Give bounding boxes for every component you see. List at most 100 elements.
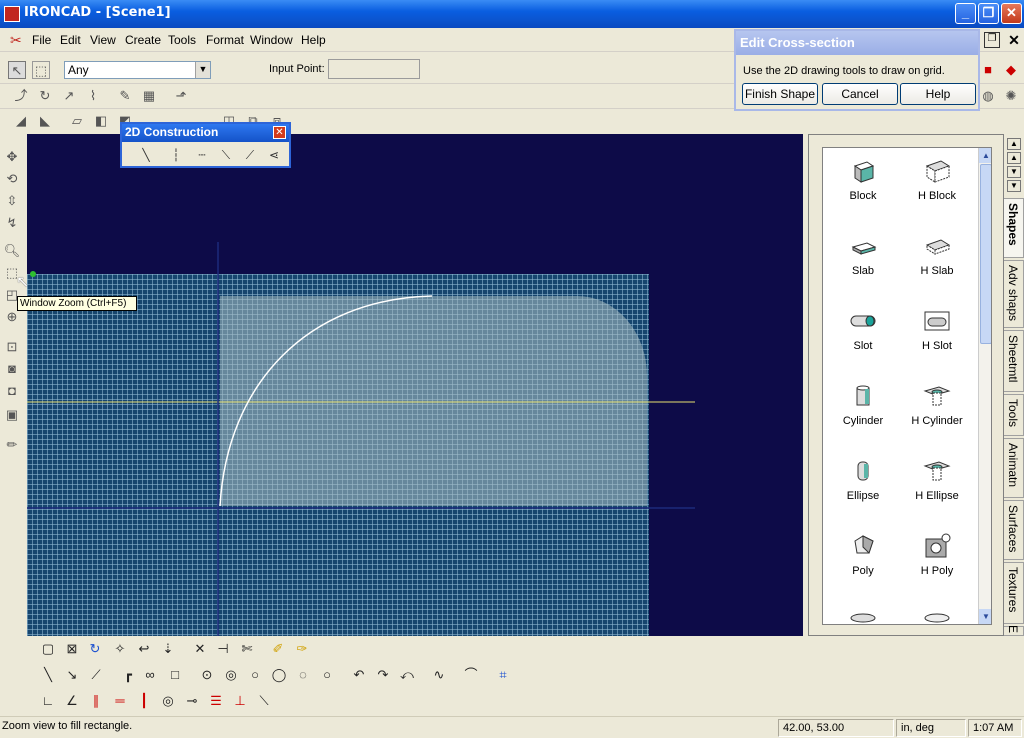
catalog-item-h-block[interactable]: H Block <box>897 158 977 202</box>
bspline-icon[interactable]: ∿ <box>429 665 449 685</box>
tab-first-icon[interactable]: ▲ <box>1007 138 1021 150</box>
construction-geometry-icon[interactable]: ⌗ <box>493 665 513 685</box>
tab-sheetmtl[interactable]: Sheetmtl <box>1004 330 1024 392</box>
roll-icon[interactable]: ↯ <box>3 214 21 232</box>
mdi-close-button[interactable]: ✕ <box>1006 32 1022 48</box>
polyline-icon[interactable]: ┏ <box>118 665 138 685</box>
catalog-item-cylinder[interactable]: Cylinder <box>823 383 903 427</box>
angle-dimension-icon[interactable]: ∠ <box>62 691 82 711</box>
tab-adv-shaps[interactable]: Adv shaps <box>1004 260 1024 328</box>
catalog-item-h-slab[interactable]: H Slab <box>897 233 977 277</box>
menu-file[interactable]: File <box>32 33 51 47</box>
tab-last-icon[interactable]: ▼ <box>1007 180 1021 192</box>
tab-animatn[interactable]: Animatn <box>1004 438 1024 498</box>
close-button[interactable]: ✕ <box>1001 3 1022 24</box>
input-point-field[interactable] <box>328 59 420 79</box>
tab-prev-icon[interactable]: ▲ <box>1007 152 1021 164</box>
orbit-icon[interactable]: ⟲ <box>3 170 21 188</box>
arc-tangent-icon[interactable]: ⤺ <box>397 665 417 685</box>
arrow-up-icon[interactable]: ⬏ <box>172 87 190 105</box>
perpendicular-icon[interactable]: ⊥ <box>230 691 250 711</box>
select-arrow-icon[interactable]: ↖ <box>8 61 26 79</box>
light-icon[interactable]: ✺ <box>1002 87 1020 105</box>
show-constraints-icon[interactable]: ✑ <box>292 639 312 659</box>
loft-icon[interactable]: ⌇ <box>84 87 102 105</box>
spin-icon[interactable]: ↻ <box>36 87 54 105</box>
tab-more[interactable]: E <box>1004 625 1024 636</box>
help-button[interactable]: Help <box>900 83 976 105</box>
ironcad-logo-icon[interactable] <box>4 6 20 22</box>
finish-shape-button[interactable]: Finish Shape <box>742 83 818 105</box>
sketch-icon[interactable]: ✎ <box>116 87 134 105</box>
camera-move-icon[interactable]: ◘ <box>3 382 21 400</box>
catalog-scrollbar[interactable]: ▲ ▼ <box>978 148 991 624</box>
catalog-item-h-slot[interactable]: H Slot <box>897 308 977 352</box>
circle-3pt-icon[interactable]: ○ <box>245 665 265 685</box>
circle-center-icon[interactable]: ⊙ <box>197 665 217 685</box>
move-icon[interactable]: ✥ <box>3 148 21 166</box>
camera-target-icon[interactable]: ⊡ <box>3 338 21 356</box>
tab-textures[interactable]: Textures <box>1004 562 1024 624</box>
catalog-item-slot[interactable]: Slot <box>823 308 903 352</box>
minimize-button[interactable]: _ <box>955 3 976 24</box>
offset-icon[interactable]: ↩ <box>134 639 154 659</box>
parallel-icon[interactable]: ∥ <box>86 691 106 711</box>
perpendicular-line-icon[interactable]: ⟋ <box>86 665 106 685</box>
catalog-item-slab[interactable]: Slab <box>823 233 903 277</box>
split-icon[interactable]: ✄ <box>237 639 257 659</box>
rotate-view-icon[interactable]: ↻ <box>85 639 105 659</box>
coincident-icon[interactable]: ⟍ <box>254 691 274 711</box>
circle-tangent-icon[interactable]: ◯ <box>269 665 289 685</box>
construction-tangent-icon[interactable]: ⟍ <box>214 144 238 166</box>
line-icon[interactable]: ╲ <box>38 665 58 685</box>
concentric-icon[interactable]: ◎ <box>158 691 178 711</box>
catalog-item-block[interactable]: Block <box>823 158 903 202</box>
circle-2pt-icon[interactable]: ◎ <box>221 665 241 685</box>
palette-title-bar[interactable]: 2D Construction <box>122 124 289 142</box>
document-icon[interactable]: ✂ <box>10 32 28 48</box>
extrude-icon[interactable]: ⤴ <box>12 87 30 105</box>
sweep-icon[interactable]: ↗ <box>60 87 78 105</box>
link-icon[interactable]: ∞ <box>140 665 160 685</box>
scroll-thumb[interactable] <box>980 164 991 344</box>
horizontal-icon[interactable]: ☰ <box>206 691 226 711</box>
vertical-icon[interactable]: ┃ <box>134 691 154 711</box>
construction-perpendicular-icon[interactable]: ⟋ <box>238 144 262 166</box>
construction-horizontal-icon[interactable]: ┄ <box>190 144 214 166</box>
menu-window[interactable]: Window <box>250 33 293 47</box>
arc-icon[interactable]: ↶ <box>349 665 369 685</box>
construction-vertical-icon[interactable]: ┆ <box>164 144 188 166</box>
fit-view-icon[interactable]: ⊠ <box>62 639 82 659</box>
catalog-item-partial[interactable] <box>823 606 903 624</box>
tab-shapes[interactable]: Shapes <box>1004 198 1024 258</box>
scroll-down-icon[interactable]: ▼ <box>979 609 991 624</box>
cancel-button[interactable]: Cancel <box>822 83 898 105</box>
sketch-plane-icon[interactable]: ✏ <box>3 436 21 454</box>
scene-viewport[interactable] <box>27 134 803 636</box>
tab-surfaces[interactable]: Surfaces <box>1004 500 1024 560</box>
catalog-item-ellipse[interactable]: Ellipse <box>823 458 903 502</box>
trace-icon[interactable]: ✧ <box>110 639 130 659</box>
color-icon[interactable]: ◍ <box>979 87 997 105</box>
catalog-item-poly[interactable]: Poly <box>823 533 903 577</box>
zoom-icon[interactable]: 🔍︎ <box>3 242 21 260</box>
selection-filter-select[interactable]: Any ▼ <box>64 61 211 79</box>
render-icon[interactable]: ■ <box>979 61 997 79</box>
catalog-item-h-ellipse[interactable]: H Ellipse <box>897 458 977 502</box>
sketch-select-icon[interactable]: ▢ <box>38 639 58 659</box>
catalog-item-h-cylinder[interactable]: H Cylinder <box>897 383 977 427</box>
circle-tangent3-icon[interactable]: ○ <box>317 665 337 685</box>
menu-view[interactable]: View <box>90 33 116 47</box>
tangent-line-icon[interactable]: ↘ <box>62 665 82 685</box>
project-icon[interactable]: ⇣ <box>158 639 178 659</box>
equal-icon[interactable]: ═ <box>110 691 130 711</box>
construction-angle-icon[interactable]: ⋖ <box>262 144 286 166</box>
rectangle-icon[interactable]: □ <box>165 665 185 685</box>
shell-icon[interactable]: ▱ <box>68 112 86 130</box>
extend-icon[interactable]: ⊣ <box>213 639 233 659</box>
fillet-2d-icon[interactable]: ⌒ <box>461 665 481 685</box>
menu-edit[interactable]: Edit <box>60 33 81 47</box>
menu-help[interactable]: Help <box>301 33 326 47</box>
catalog-item-h-poly[interactable]: H Poly <box>897 533 977 577</box>
arc-3pt-icon[interactable]: ↷ <box>373 665 393 685</box>
